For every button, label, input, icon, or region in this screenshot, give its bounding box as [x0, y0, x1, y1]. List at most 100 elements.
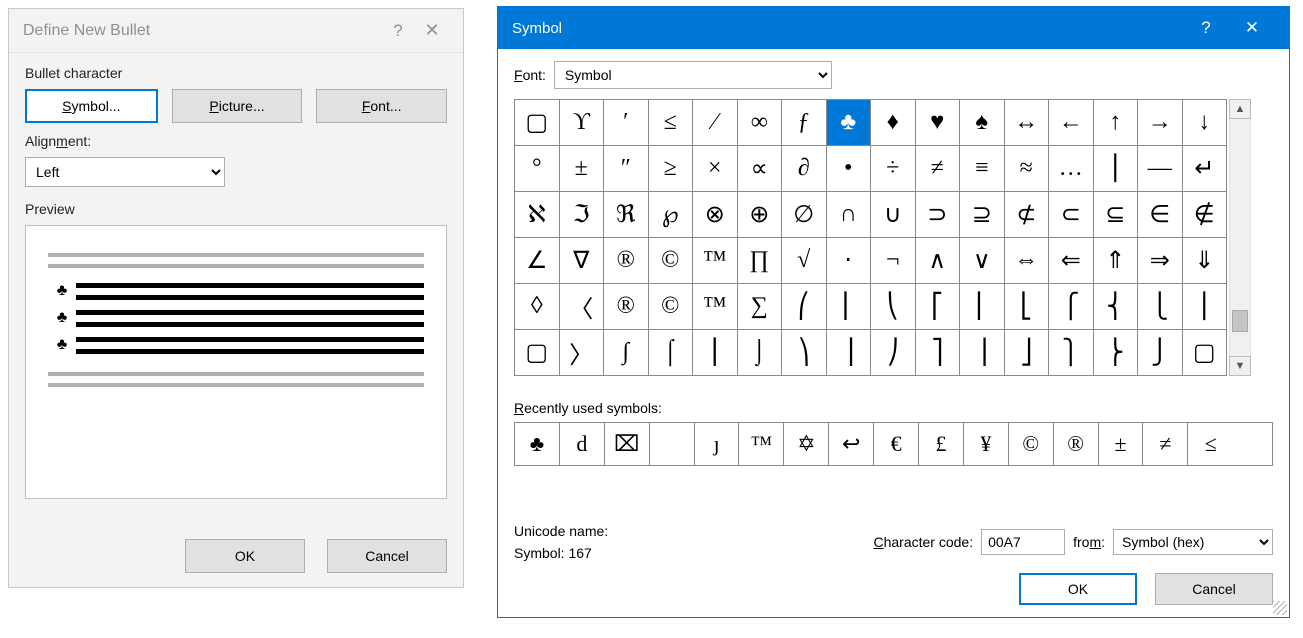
recent-symbol-cell[interactable]: ≠	[1143, 423, 1188, 465]
scroll-up-icon[interactable]: ▲	[1229, 99, 1251, 119]
symbol-cell[interactable]: ⎠	[871, 330, 916, 376]
symbol-cell[interactable]: ℜ	[604, 192, 649, 238]
cancel-button[interactable]: Cancel	[1155, 573, 1273, 605]
from-select[interactable]: Symbol (hex)	[1113, 529, 1273, 555]
font-select[interactable]: Symbol	[554, 61, 832, 89]
symbol-cell[interactable]: ⎧	[1049, 284, 1094, 330]
symbol-cell[interactable]: ⇓	[1182, 238, 1227, 284]
symbol-cell[interactable]: …	[1049, 146, 1094, 192]
symbol-cell[interactable]: •	[826, 146, 871, 192]
symbol-cell[interactable]: ∑	[737, 284, 782, 330]
close-icon[interactable]: ✕	[415, 20, 449, 41]
symbol-cell[interactable]: ℑ	[559, 192, 604, 238]
symbol-cell[interactable]: ×	[693, 146, 738, 192]
symbol-cell[interactable]: ⌡	[737, 330, 782, 376]
symbol-cell[interactable]: ↔	[1004, 100, 1049, 146]
symbol-cell[interactable]: ⎫	[1049, 330, 1094, 376]
recent-symbol-cell[interactable]: d	[560, 423, 605, 465]
symbol-cell[interactable]: ∉	[1182, 192, 1227, 238]
symbol-cell[interactable]: ←	[1049, 100, 1094, 146]
symbol-cell[interactable]: ⊂	[1049, 192, 1094, 238]
symbol-cell[interactable]: ⎡	[915, 284, 960, 330]
symbol-cell[interactable]: ©	[648, 238, 693, 284]
symbol-cell[interactable]: ▢	[515, 330, 560, 376]
symbol-cell[interactable]: ▢	[515, 100, 560, 146]
recent-symbol-cell[interactable]: ™	[739, 423, 784, 465]
symbol-cell[interactable]: ↓	[1182, 100, 1227, 146]
symbol-cell[interactable]: ϒ	[559, 100, 604, 146]
symbol-cell[interactable]: ℘	[648, 192, 693, 238]
symbol-cell[interactable]: ⎦	[1004, 330, 1049, 376]
symbol-cell[interactable]: ƒ	[782, 100, 827, 146]
symbol-cell[interactable]: ⋅	[826, 238, 871, 284]
cancel-button[interactable]: Cancel	[327, 539, 447, 573]
recent-symbol-cell[interactable]: ♣	[515, 423, 560, 465]
symbol-cell[interactable]: ↑	[1093, 100, 1138, 146]
symbol-cell[interactable]: ″	[604, 146, 649, 192]
scroll-thumb[interactable]	[1232, 310, 1248, 332]
symbol-cell[interactable]: ∝	[737, 146, 782, 192]
symbol-cell[interactable]: ®	[604, 238, 649, 284]
symbol-cell[interactable]: ∫	[604, 330, 649, 376]
symbol-cell[interactable]: 〉	[559, 330, 604, 376]
symbol-cell[interactable]: ⎮	[693, 330, 738, 376]
recent-symbol-cell[interactable]: €	[874, 423, 919, 465]
symbol-cell[interactable]: —	[1138, 146, 1183, 192]
symbol-cell[interactable]: ♣	[826, 100, 871, 146]
symbol-cell[interactable]: ⎢	[960, 284, 1005, 330]
symbol-cell[interactable]: ∠	[515, 238, 560, 284]
symbol-cell[interactable]: ⎪	[1093, 146, 1138, 192]
symbol-cell[interactable]: ∅	[782, 192, 827, 238]
symbol-cell[interactable]: ⇔	[1004, 238, 1049, 284]
symbol-cell[interactable]: ⇑	[1093, 238, 1138, 284]
recent-symbol-cell[interactable]: £	[919, 423, 964, 465]
recent-symbol-cell[interactable]: ⌧	[605, 423, 650, 465]
symbol-cell[interactable]: ⎭	[1138, 330, 1183, 376]
character-code-input[interactable]	[981, 529, 1065, 555]
symbol-cell[interactable]: ⁄	[693, 100, 738, 146]
symbol-cell[interactable]: °	[515, 146, 560, 192]
symbol-cell[interactable]: ™	[693, 284, 738, 330]
symbol-cell[interactable]: ⇒	[1138, 238, 1183, 284]
symbol-cell[interactable]: ©	[648, 284, 693, 330]
symbol-button[interactable]: Symbol...	[25, 89, 158, 123]
symbol-cell[interactable]: ⎩	[1138, 284, 1183, 330]
symbol-cell[interactable]: ∧	[915, 238, 960, 284]
symbol-cell[interactable]: ⊆	[1093, 192, 1138, 238]
symbol-cell[interactable]: ♠	[960, 100, 1005, 146]
symbol-cell[interactable]: ™	[693, 238, 738, 284]
grid-scrollbar[interactable]: ▲ ▼	[1229, 99, 1251, 376]
symbol-cell[interactable]: ⎣	[1004, 284, 1049, 330]
symbol-cell[interactable]: ⊗	[693, 192, 738, 238]
symbol-cell[interactable]: ≠	[915, 146, 960, 192]
symbol-cell[interactable]: ¬	[871, 238, 916, 284]
recent-symbol-cell[interactable]: ©	[1009, 423, 1054, 465]
symbol-cell[interactable]: ′	[604, 100, 649, 146]
font-button[interactable]: Font...	[316, 89, 447, 123]
symbol-cell[interactable]: ±	[559, 146, 604, 192]
symbol-cell[interactable]: ÷	[871, 146, 916, 192]
symbol-cell[interactable]: ≥	[648, 146, 693, 192]
close-icon[interactable]: ✕	[1229, 7, 1275, 49]
symbol-cell[interactable]: ♥	[915, 100, 960, 146]
recent-symbol-cell[interactable]: ¥	[964, 423, 1009, 465]
symbol-cell[interactable]: ⌠	[648, 330, 693, 376]
symbol-cell[interactable]: ®	[604, 284, 649, 330]
help-icon[interactable]: ?	[381, 21, 415, 41]
symbol-cell[interactable]: ∇	[559, 238, 604, 284]
symbol-cell[interactable]: ℵ	[515, 192, 560, 238]
symbol-cell[interactable]: ∩	[826, 192, 871, 238]
symbol-cell[interactable]: ∪	[871, 192, 916, 238]
symbol-cell[interactable]: ⎞	[782, 330, 827, 376]
symbol-cell[interactable]: ⇐	[1049, 238, 1094, 284]
symbol-cell[interactable]: ⎛	[782, 284, 827, 330]
symbol-cell[interactable]: ∨	[960, 238, 1005, 284]
recent-symbol-cell[interactable]	[650, 423, 695, 465]
resize-grip-icon[interactable]	[1273, 601, 1287, 615]
recent-symbol-cell[interactable]: ®	[1054, 423, 1099, 465]
symbol-cell[interactable]: ↵	[1182, 146, 1227, 192]
symbol-cell[interactable]: ◊	[515, 284, 560, 330]
scroll-down-icon[interactable]: ▼	[1229, 356, 1251, 376]
symbol-cell[interactable]: →	[1138, 100, 1183, 146]
symbol-cell[interactable]: 〈	[559, 284, 604, 330]
